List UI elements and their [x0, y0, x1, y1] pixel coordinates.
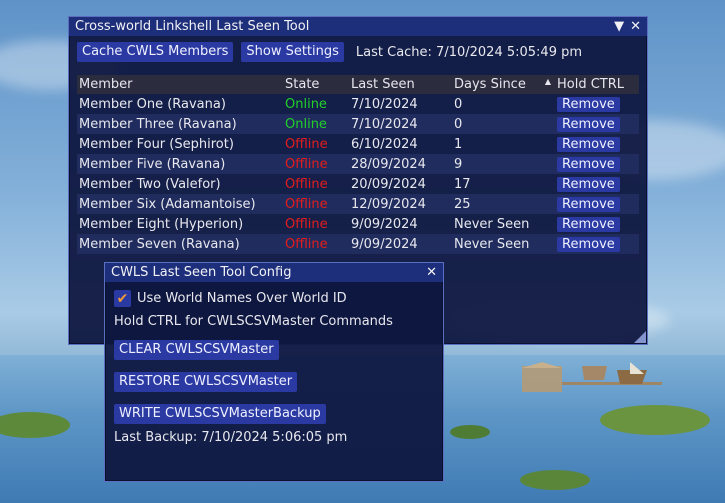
resize-grip-icon[interactable] [634, 331, 646, 343]
close-icon[interactable]: ✕ [630, 20, 641, 33]
table-row: Member Six (Adamantoise) Offline 12/09/2… [77, 194, 639, 214]
member-state: Offline [283, 234, 349, 254]
table-row: Member One (Ravana) Online 7/10/2024 0 R… [77, 94, 639, 114]
member-name: Member Two (Valefor) [79, 176, 221, 192]
main-window-title: Cross-world Linkshell Last Seen Tool [75, 19, 310, 34]
member-days-since: 25 [452, 194, 555, 214]
member-state: Offline [283, 194, 349, 214]
member-days-since: 9 [452, 154, 555, 174]
column-header-days-since-label: Days Since [454, 77, 526, 92]
member-state: Online [285, 96, 327, 112]
world-names-checkbox-label: Use World Names Over World ID [137, 291, 347, 306]
ctrl-hint: Hold CTRL for CWLSCSVMaster Commands [114, 314, 393, 329]
column-header-last-seen[interactable]: Last Seen [349, 75, 452, 94]
remove-cell: Remove [555, 194, 639, 214]
world-names-checkbox-row[interactable]: ✔ Use World Names Over World ID [114, 290, 434, 307]
table-row: Member Three (Ravana) Online 7/10/2024 0… [77, 114, 639, 134]
column-header-hold-ctrl[interactable]: Hold CTRL [555, 75, 639, 94]
member-last-seen: 7/10/2024 [349, 114, 452, 134]
remove-button[interactable]: Remove [557, 156, 620, 172]
member-last-seen: 7/10/2024 [351, 96, 418, 112]
remove-cell: Remove [555, 114, 639, 134]
cache-cwls-members-button[interactable]: Cache CWLS Members [77, 42, 234, 62]
member-days-since: 1 [454, 136, 463, 152]
member-name: Member Four (Sephirot) [79, 136, 234, 152]
member-state: Offline [285, 176, 328, 192]
member-name: Member Eight (Hyperion) [79, 216, 244, 232]
member-last-seen: 9/09/2024 [351, 216, 418, 232]
member-state: Online [283, 114, 349, 134]
background-island [450, 425, 490, 439]
remove-button[interactable]: Remove [557, 216, 620, 232]
column-header-member[interactable]: Member [77, 75, 283, 94]
restore-cwlscsvmaster-button[interactable]: RESTORE CWLSCSVMaster [114, 372, 298, 392]
remove-button[interactable]: Remove [557, 196, 620, 212]
table-header-row: Member State Last Seen Days Since ▲ Hold… [77, 75, 639, 94]
table-row: Member Two (Valefor) Offline 20/09/2024 … [77, 174, 639, 194]
background-pier [522, 362, 672, 398]
member-name: Member Three (Ravana) [77, 114, 283, 134]
member-days-since: Never Seen [452, 234, 555, 254]
members-table: Member State Last Seen Days Since ▲ Hold… [77, 75, 639, 254]
remove-cell: Remove [555, 134, 639, 154]
config-window: CWLS Last Seen Tool Config ✕ ✔ Use World… [104, 262, 444, 482]
member-days-since: Never Seen [454, 216, 530, 232]
table-row: Member Four (Sephirot) Offline 6/10/2024… [77, 134, 639, 154]
remove-button[interactable]: Remove [557, 96, 620, 112]
world-names-checkbox[interactable]: ✔ [114, 290, 131, 307]
table-row: Member Seven (Ravana) Offline 9/09/2024 … [77, 234, 639, 254]
config-window-titlebar[interactable]: CWLS Last Seen Tool Config ✕ [105, 263, 443, 282]
member-name: Member Six (Adamantoise) [77, 194, 283, 214]
member-name: Member Five (Ravana) [77, 154, 283, 174]
checkmark-icon: ✔ [116, 290, 129, 307]
column-header-state[interactable]: State [283, 75, 349, 94]
remove-button[interactable]: Remove [557, 236, 620, 252]
close-icon[interactable]: ✕ [426, 266, 437, 279]
background-island [600, 405, 710, 435]
background-island [520, 470, 590, 490]
main-window-titlebar[interactable]: Cross-world Linkshell Last Seen Tool ▼ ✕ [69, 17, 647, 36]
table-row: Member Five (Ravana) Offline 28/09/2024 … [77, 154, 639, 174]
show-settings-button[interactable]: Show Settings [241, 42, 344, 62]
member-last-seen: 20/09/2024 [351, 176, 426, 192]
member-last-seen: 6/10/2024 [351, 136, 418, 152]
main-toolbar: Cache CWLS Members Show Settings Last Ca… [77, 42, 582, 62]
config-body: ✔ Use World Names Over World ID Hold CTR… [105, 282, 443, 451]
config-window-title: CWLS Last Seen Tool Config [111, 265, 292, 280]
member-state: Offline [283, 154, 349, 174]
remove-cell: Remove [555, 94, 639, 114]
sort-ascending-icon: ▲ [544, 77, 551, 86]
last-cache-label: Last Cache: 7/10/2024 5:05:49 pm [355, 44, 583, 60]
triangle-down-icon[interactable]: ▼ [614, 20, 624, 33]
member-state: Offline [285, 136, 328, 152]
last-backup-label: Last Backup: 7/10/2024 5:06:05 pm [114, 430, 348, 445]
clear-cwlscsvmaster-button[interactable]: CLEAR CWLSCSVMaster [114, 340, 279, 360]
member-last-seen: 28/09/2024 [349, 154, 452, 174]
remove-button[interactable]: Remove [557, 176, 620, 192]
remove-cell: Remove [555, 214, 639, 234]
column-header-days-since[interactable]: Days Since ▲ [452, 75, 555, 94]
remove-button[interactable]: Remove [557, 116, 620, 132]
member-days-since: 17 [454, 176, 471, 192]
remove-cell: Remove [555, 154, 639, 174]
member-name: Member One (Ravana) [79, 96, 226, 112]
remove-button[interactable]: Remove [557, 136, 620, 152]
member-last-seen: 12/09/2024 [349, 194, 452, 214]
member-days-since: 0 [454, 96, 463, 112]
write-cwlscsvmasterbackup-button[interactable]: WRITE CWLSCSVMasterBackup [114, 404, 326, 424]
remove-cell: Remove [555, 174, 639, 194]
member-last-seen: 9/09/2024 [349, 234, 452, 254]
member-name: Member Seven (Ravana) [77, 234, 283, 254]
member-state: Offline [285, 216, 328, 232]
table-row: Member Eight (Hyperion) Offline 9/09/202… [77, 214, 639, 234]
remove-cell: Remove [555, 234, 639, 254]
member-days-since: 0 [452, 114, 555, 134]
